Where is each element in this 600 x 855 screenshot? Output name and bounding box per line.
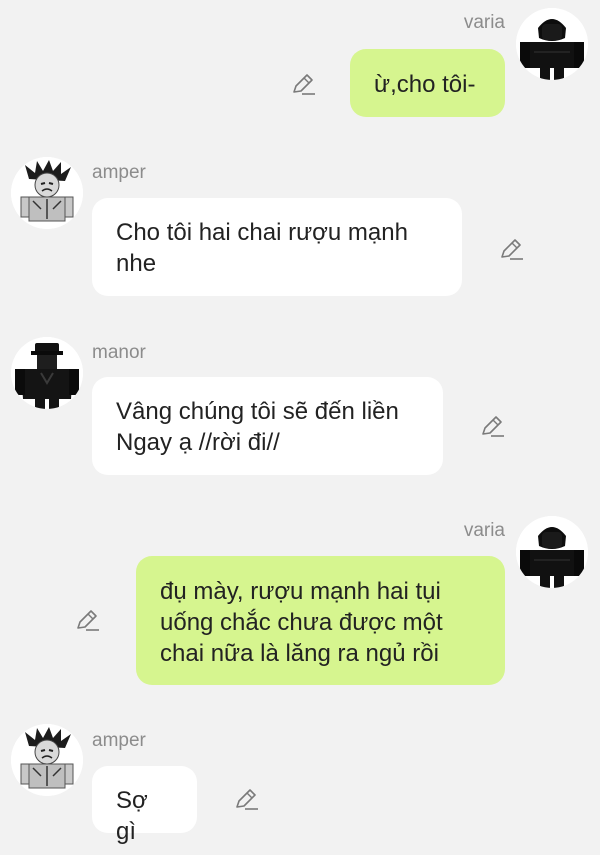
spiky-hair-avatar-icon[interactable] [11, 157, 83, 229]
message-bubble[interactable]: đụ mày, rượu mạnh hai tụi uống chắc chưa… [136, 556, 505, 685]
message-bubble[interactable]: ừ,cho tôi- [350, 49, 505, 117]
dark-cap-avatar-icon[interactable] [11, 337, 83, 409]
pencil-edit-icon[interactable] [233, 786, 259, 812]
pencil-edit-icon[interactable] [290, 71, 316, 97]
dark-hooded-avatar-icon[interactable] [516, 516, 588, 588]
sender-name: amper [92, 162, 146, 183]
message-row: amper Sợ gì [0, 718, 600, 855]
sender-name: manor [92, 342, 146, 363]
dark-hooded-avatar-icon[interactable] [516, 8, 588, 80]
sender-name: amper [92, 730, 146, 751]
message-bubble[interactable]: Vâng chúng tôi sẽ đến liền Ngay ạ //rời … [92, 377, 443, 475]
message-bubble[interactable]: Cho tôi hai chai rượu mạnh nhe [92, 198, 462, 296]
pencil-edit-icon[interactable] [498, 236, 524, 262]
spiky-hair-avatar-icon[interactable] [11, 724, 83, 796]
chat-thread: varia ừ,cho tôi- amper Cho tôi hai chai … [0, 0, 600, 855]
sender-name: varia [463, 12, 505, 33]
sender-name: varia [463, 520, 505, 541]
message-row: varia đụ mày, rượu mạnh hai tụi uống chắ… [0, 508, 600, 693]
message-row: amper Cho tôi hai chai rượu mạnh nhe [0, 150, 600, 300]
message-bubble[interactable]: Sợ gì [92, 766, 197, 845]
pencil-edit-icon[interactable] [74, 607, 100, 633]
message-row: varia ừ,cho tôi- [0, 0, 600, 125]
pencil-edit-icon[interactable] [479, 413, 505, 439]
message-row: manor Vâng chúng tôi sẽ đến liền Ngay ạ … [0, 330, 600, 480]
